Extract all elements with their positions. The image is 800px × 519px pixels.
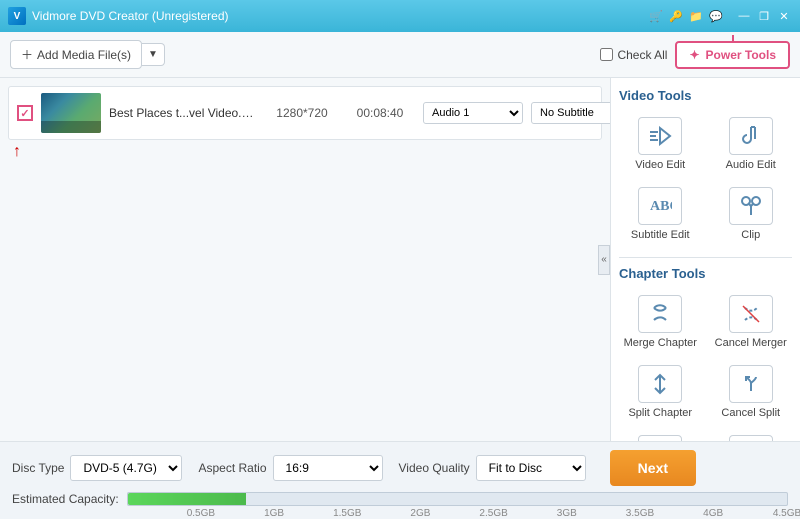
cancel-merger-tool[interactable]: Cancel Merger <box>710 291 793 353</box>
aspect-ratio-field: Aspect Ratio 16:9 4:3 <box>198 455 382 481</box>
file-name: Best Places t...vel Video.mp4 <box>109 106 259 120</box>
svg-text:ABC: ABC <box>650 199 672 214</box>
video-edit-label: Video Edit <box>635 159 685 171</box>
split-chapter-icon <box>638 365 682 403</box>
main-content: ＋ Add Media File(s) ▼ Check All ✦ Power … <box>0 32 800 514</box>
subtitle-edit-icon: ABC <box>638 187 682 225</box>
aspect-ratio-select[interactable]: 16:9 4:3 <box>273 455 383 481</box>
toolbar-icon-4[interactable]: 💬 <box>708 8 724 24</box>
video-quality-field: Video Quality Fit to Disc High Medium Lo… <box>399 455 586 481</box>
disc-type-label: Disc Type <box>12 461 64 475</box>
toolbar-icon-7[interactable]: ✕ <box>776 8 792 24</box>
capacity-bar: 0.5GB 1GB 1.5GB 2GB 2.5GB 3GB 3.5GB 4GB … <box>127 492 788 506</box>
audio-edit-tool[interactable]: Audio Edit <box>710 113 793 175</box>
thumbnail-setting-tool[interactable]: Thumbnail Setting <box>619 431 702 441</box>
annotation-arrow: ↑ <box>13 143 21 161</box>
clip-tool[interactable]: Clip <box>710 183 793 245</box>
table-row: ↑ Best Places t...vel Video.mp4 1280*720… <box>8 86 602 140</box>
video-quality-select[interactable]: Fit to Disc High Medium Low <box>476 455 586 481</box>
video-tools-grid: Video Edit Audio Edit ABC Subtitle Edit <box>619 113 792 245</box>
cancel-split-label: Cancel Split <box>721 407 780 419</box>
video-tools-title: Video Tools <box>619 88 792 103</box>
reset-all-tool[interactable]: Reset All <box>710 431 793 441</box>
audio-select-container: Audio 1 Audio 2 <box>423 102 523 124</box>
panel-collapse-button[interactable]: « <box>598 245 610 275</box>
toolbar: ＋ Add Media File(s) ▼ Check All ✦ Power … <box>0 32 800 78</box>
bottom-row1: Disc Type DVD-5 (4.7G) DVD-9 (8.5G) Aspe… <box>12 450 788 486</box>
wrench-icon: ✦ <box>689 48 699 62</box>
clip-label: Clip <box>741 229 760 241</box>
app-logo: V <box>8 7 26 25</box>
cancel-merger-label: Cancel Merger <box>715 337 787 349</box>
power-tools-label: Power Tools <box>706 48 776 62</box>
file-list: ↑ Best Places t...vel Video.mp4 1280*720… <box>0 78 610 441</box>
power-tools-button[interactable]: ✦ Power Tools <box>675 41 790 69</box>
check-all-label: Check All <box>617 48 667 62</box>
cancel-merger-icon <box>729 295 773 333</box>
content-area: ↑ Best Places t...vel Video.mp4 1280*720… <box>0 78 800 441</box>
bottom-row2: Estimated Capacity: 0.5GB 1GB 1.5GB 2GB … <box>12 492 788 506</box>
subtitle-select[interactable]: No Subtitle Subtitle 1 <box>531 102 610 124</box>
video-edit-icon <box>638 117 682 155</box>
subtitle-edit-label: Subtitle Edit <box>631 229 690 241</box>
chapter-tools-title: Chapter Tools <box>619 266 792 281</box>
toolbar-icon-2[interactable]: 🔑 <box>668 8 684 24</box>
add-icon: ＋ <box>21 46 33 63</box>
file-duration: 00:08:40 <box>345 106 415 120</box>
video-quality-label: Video Quality <box>399 461 470 475</box>
title-bar: V Vidmore DVD Creator (Unregistered) 🛒 🔑… <box>0 0 800 32</box>
disc-type-field: Disc Type DVD-5 (4.7G) DVD-9 (8.5G) <box>12 455 182 481</box>
title-bar-controls: 🛒 🔑 📁 💬 — ❐ ✕ <box>648 8 792 24</box>
toolbar-icon-3[interactable]: 📁 <box>688 8 704 24</box>
merge-chapter-icon <box>638 295 682 333</box>
audio-edit-label: Audio Edit <box>726 159 776 171</box>
toolbar-icon-6[interactable]: ❐ <box>756 8 772 24</box>
subtitle-edit-tool[interactable]: ABC Subtitle Edit <box>619 183 702 245</box>
capacity-bar-fill <box>128 493 247 505</box>
disc-type-select[interactable]: DVD-5 (4.7G) DVD-9 (8.5G) <box>70 455 182 481</box>
audio-select[interactable]: Audio 1 Audio 2 <box>423 102 523 124</box>
title-bar-title: Vidmore DVD Creator (Unregistered) <box>32 9 648 23</box>
thumbnail-setting-icon <box>638 435 682 441</box>
audio-edit-icon <box>729 117 773 155</box>
bottom-bar: Disc Type DVD-5 (4.7G) DVD-9 (8.5G) Aspe… <box>0 441 800 514</box>
check-all-area: Check All <box>600 48 667 62</box>
add-media-label: Add Media File(s) <box>37 48 131 62</box>
reset-all-icon <box>729 435 773 441</box>
file-thumbnail <box>41 93 101 133</box>
split-chapter-tool[interactable]: Split Chapter <box>619 361 702 423</box>
split-chapter-label: Split Chapter <box>628 407 692 419</box>
file-resolution: 1280*720 <box>267 106 337 120</box>
add-media-button[interactable]: ＋ Add Media File(s) <box>10 40 142 69</box>
estimated-capacity-label: Estimated Capacity: <box>12 492 119 506</box>
merge-chapter-label: Merge Chapter <box>624 337 697 349</box>
divider-1 <box>619 257 792 258</box>
subtitle-select-container: No Subtitle Subtitle 1 <box>531 102 610 124</box>
next-button[interactable]: Next <box>610 450 696 486</box>
merge-chapter-tool[interactable]: Merge Chapter <box>619 291 702 353</box>
check-all-checkbox[interactable] <box>600 48 613 61</box>
cancel-split-icon <box>729 365 773 403</box>
clip-icon <box>729 187 773 225</box>
video-edit-tool[interactable]: Video Edit <box>619 113 702 175</box>
right-panel: Video Tools Video Edit Audio Edit A <box>610 78 800 441</box>
chapter-tools-grid: Merge Chapter Cancel Merger Split Chapte… <box>619 291 792 441</box>
cancel-split-tool[interactable]: Cancel Split <box>710 361 793 423</box>
toolbar-icon-1[interactable]: 🛒 <box>648 8 664 24</box>
add-media-dropdown[interactable]: ▼ <box>142 43 165 66</box>
aspect-ratio-label: Aspect Ratio <box>198 461 266 475</box>
toolbar-icon-5[interactable]: — <box>736 8 752 24</box>
file-checkbox[interactable] <box>17 105 33 121</box>
